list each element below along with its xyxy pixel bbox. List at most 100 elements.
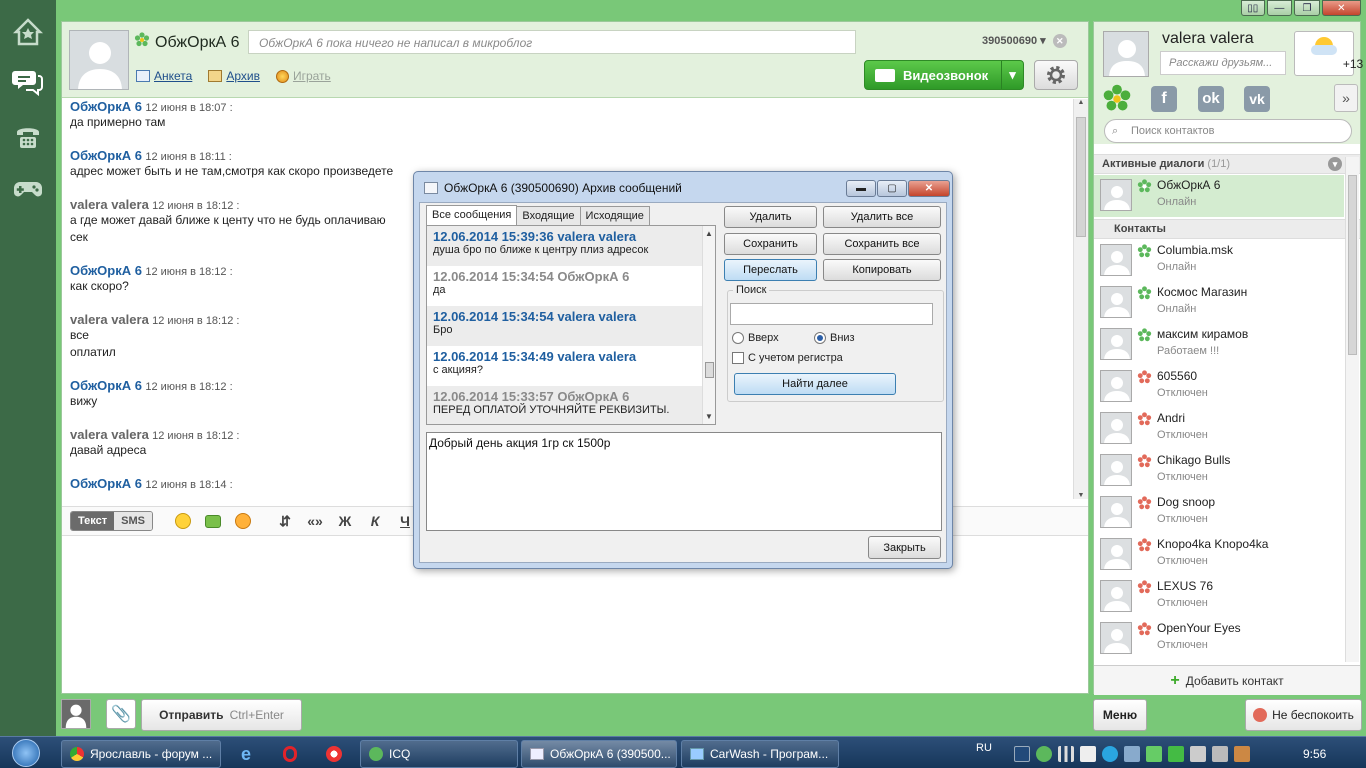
contact-item[interactable]: максим кирамов Работаем !!!: [1094, 324, 1344, 366]
archive-link[interactable]: Архив: [208, 69, 260, 83]
active-dialogs-header[interactable]: Активные диалоги (1/1) ▾: [1094, 154, 1360, 174]
language-indicator[interactable]: RU: [976, 742, 992, 754]
archive-scroll-up-icon[interactable]: ▲: [705, 229, 713, 238]
start-button[interactable]: [2, 738, 50, 768]
tv-icon[interactable]: [201, 510, 225, 532]
signal-icon[interactable]: [1057, 746, 1074, 762]
archive-search-input[interactable]: [730, 303, 933, 325]
message-author[interactable]: valera valera: [70, 427, 149, 442]
home-icon[interactable]: [10, 14, 46, 50]
network-icon[interactable]: [1123, 746, 1140, 762]
menu-button[interactable]: Меню: [1093, 699, 1147, 731]
video-dropdown-icon[interactable]: ▾: [1001, 61, 1023, 89]
app-tray-icon[interactable]: [1233, 746, 1250, 762]
archive-scroll-thumb[interactable]: [705, 362, 714, 378]
collapse-icon[interactable]: ▾: [1328, 157, 1342, 171]
tab-incoming[interactable]: Входящие: [516, 206, 581, 227]
close-button[interactable]: Закрыть: [868, 536, 941, 559]
task-browser-forum[interactable]: Ярославль - форум ...: [61, 740, 221, 768]
direction-down-radio[interactable]: Вниз: [814, 332, 855, 344]
minimize-icon[interactable]: —: [1266, 0, 1293, 16]
battery-icon[interactable]: [1145, 746, 1162, 762]
chats-icon[interactable]: [10, 64, 46, 100]
contact-item[interactable]: LEXUS 76 Отключен: [1094, 576, 1344, 618]
phone-icon[interactable]: [10, 118, 46, 154]
skype-icon[interactable]: [1101, 746, 1118, 762]
dialog-minimize-icon[interactable]: ▬: [846, 180, 876, 197]
clock[interactable]: 9:56: [1303, 747, 1326, 761]
bold-button[interactable]: Ж: [333, 510, 357, 532]
ie-icon[interactable]: e: [226, 740, 266, 768]
icq-status-icon[interactable]: [1102, 84, 1132, 114]
archive-entry[interactable]: 12.06.2014 15:33:57 ОбжОркА 6 ПЕРЕД ОПЛАТ…: [427, 386, 702, 424]
message-text-area[interactable]: Добрый день акция 1гр ск 1500р: [426, 432, 942, 531]
my-profile-avatar[interactable]: [1103, 31, 1149, 77]
scroll-down-icon[interactable]: ▼: [1074, 492, 1088, 499]
find-next-button[interactable]: Найти далее: [734, 373, 896, 395]
message-author[interactable]: ОбжОркА 6: [70, 148, 142, 163]
vk-add-icon[interactable]: vk: [1242, 84, 1272, 114]
contact-item[interactable]: Космос Магазин Онлайн: [1094, 282, 1344, 324]
contacts-scroll-thumb[interactable]: [1348, 175, 1357, 355]
task-archive[interactable]: ОбжОркА 6 (390500...: [521, 740, 677, 768]
tab-all[interactable]: Все сообщения: [426, 205, 518, 226]
close-chat-icon[interactable]: ✕: [1052, 34, 1067, 48]
add-contact-button[interactable]: + Добавить контакт: [1094, 665, 1360, 695]
history-scrollbar[interactable]: ▲ ▼: [1073, 99, 1088, 499]
delete-button[interactable]: Удалить: [724, 206, 817, 228]
task-icq[interactable]: ICQ: [360, 740, 518, 768]
keyboard-layout-icon[interactable]: [1013, 746, 1030, 762]
contact-item[interactable]: Dog snoop Отключен: [1094, 492, 1344, 534]
status-input[interactable]: Расскажи друзьям...: [1160, 51, 1286, 75]
weather-widget[interactable]: +13: [1294, 31, 1363, 76]
smiley-icon[interactable]: [171, 510, 195, 532]
odnoklassniki-add-icon[interactable]: ok: [1196, 84, 1226, 114]
text-mode-button[interactable]: Текст: [71, 512, 115, 530]
contacts-scrollbar[interactable]: [1345, 157, 1359, 662]
task-carwash[interactable]: CarWash - Програм...: [681, 740, 839, 768]
delete-all-button[interactable]: Удалить все: [823, 206, 941, 228]
flag-icon[interactable]: [1079, 746, 1096, 762]
archive-scrollbar[interactable]: ▲ ▼: [702, 226, 715, 424]
profile-link[interactable]: Анкета: [136, 69, 192, 83]
quote-button[interactable]: «»: [303, 510, 327, 532]
layout-icon[interactable]: ▯▯: [1241, 0, 1265, 16]
sms-mode-button[interactable]: SMS: [114, 512, 152, 530]
message-author[interactable]: valera valera: [70, 312, 149, 327]
archive-entry[interactable]: 12.06.2014 15:39:36 valera valera душа бр…: [427, 226, 702, 266]
contacts-header[interactable]: Контакты: [1094, 219, 1360, 239]
close-icon[interactable]: ✕: [1321, 0, 1362, 16]
copy-button[interactable]: Копировать: [823, 259, 941, 281]
forward-button[interactable]: Переслать: [724, 259, 817, 281]
send-button[interactable]: Отправить Ctrl+Enter: [141, 699, 302, 731]
message-author[interactable]: ОбжОркА 6: [70, 378, 142, 393]
italic-button[interactable]: К: [363, 510, 387, 532]
contact-item[interactable]: 605560 Отключен: [1094, 366, 1344, 408]
tab-outgoing[interactable]: Исходящие: [579, 206, 650, 227]
device-icon[interactable]: [1189, 746, 1206, 762]
my-avatar[interactable]: [61, 699, 91, 729]
message-author[interactable]: ОбжОркА 6: [70, 99, 142, 114]
settings-button[interactable]: [1034, 60, 1078, 90]
more-chevron-icon[interactable]: »: [1334, 84, 1358, 112]
scroll-up-icon[interactable]: ▲: [1074, 99, 1088, 106]
contact-uin[interactable]: 390500690 ▾ ✕: [982, 34, 1067, 48]
archive-entry[interactable]: 12.06.2014 15:34:54 ОбжОркА 6 да: [427, 266, 702, 306]
maximize-icon[interactable]: ❐: [1294, 0, 1320, 16]
dialog-maximize-icon[interactable]: ▢: [877, 180, 907, 197]
facebook-add-icon[interactable]: f: [1149, 84, 1179, 114]
message-author[interactable]: valera valera: [70, 197, 149, 212]
contact-avatar[interactable]: [69, 30, 129, 90]
play-link[interactable]: Играть: [275, 69, 331, 83]
save-button[interactable]: Сохранить: [724, 233, 817, 255]
scroll-thumb[interactable]: [1076, 117, 1086, 237]
contact-item[interactable]: Columbia.msk Онлайн: [1094, 240, 1344, 282]
archive-entry[interactable]: 12.06.2014 15:34:54 valera valera Бро: [427, 306, 702, 346]
direction-up-radio[interactable]: Вверх: [732, 332, 779, 344]
contact-item[interactable]: Andri Отключен: [1094, 408, 1344, 450]
archive-scroll-down-icon[interactable]: ▼: [705, 412, 713, 421]
contact-item[interactable]: OpenYour Eyes Отключен: [1094, 618, 1344, 660]
video-call-button[interactable]: Видеозвонок ▾: [864, 60, 1024, 90]
update-icon[interactable]: [1167, 746, 1184, 762]
save-all-button[interactable]: Сохранить все: [823, 233, 941, 255]
